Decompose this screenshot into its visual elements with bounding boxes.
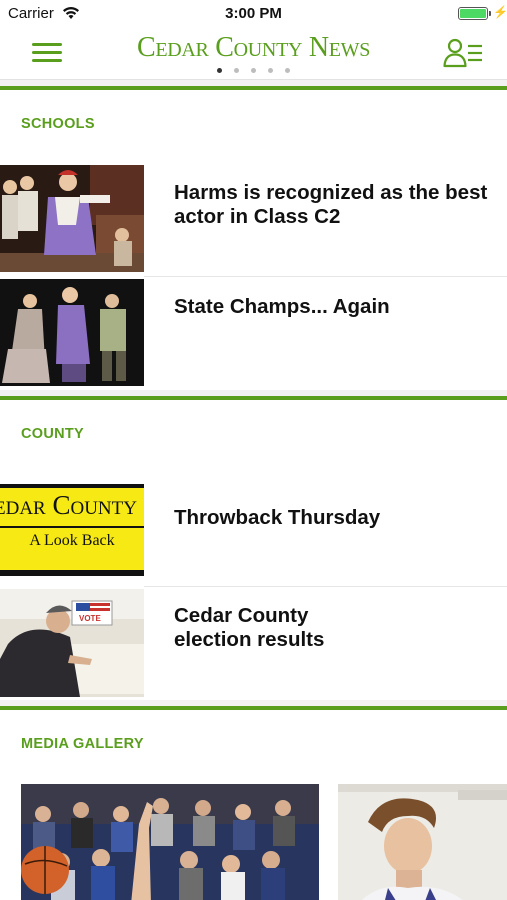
article-headline[interactable]: Cedar County election results xyxy=(174,604,374,652)
status-bar: Carrier 3:00 PM ⚡ xyxy=(0,0,507,28)
article-thumbnail xyxy=(0,279,144,386)
charging-icon: ⚡ xyxy=(493,5,507,19)
thumbnail-subtitle-text: A Look Back xyxy=(29,532,115,549)
account-button[interactable] xyxy=(443,38,483,68)
battery-icon xyxy=(458,7,491,20)
article-thumbnail: Cedar County News A Look Back xyxy=(0,484,144,576)
gallery-photo[interactable] xyxy=(338,784,507,900)
section-title[interactable]: SCHOOLS xyxy=(21,116,95,132)
section-county: COUNTY Cedar County News A Look Back Thr… xyxy=(0,396,507,700)
article-item[interactable]: Harms is recognized as the best actor in… xyxy=(0,165,507,272)
section-schools: SCHOOLS Harms is recognized as the best … xyxy=(0,86,507,390)
status-time: 3:00 PM xyxy=(225,5,282,22)
article-item[interactable]: VOTE Cedar County election results xyxy=(0,589,507,697)
user-list-icon xyxy=(443,38,482,68)
brand-title[interactable]: Cedar County News xyxy=(137,32,370,64)
page-dot[interactable] xyxy=(251,68,256,73)
article-item[interactable]: State Champs... Again xyxy=(0,279,507,386)
article-headline[interactable]: State Champs... Again xyxy=(174,295,494,319)
page-dot[interactable] xyxy=(268,68,273,73)
page-dot[interactable] xyxy=(234,68,239,73)
divider xyxy=(144,276,507,277)
gallery-photo[interactable] xyxy=(21,784,319,900)
thumbnail-masthead-text: Cedar County News xyxy=(0,490,144,520)
page-dot[interactable] xyxy=(217,68,222,73)
article-headline[interactable]: Harms is recognized as the best actor in… xyxy=(174,181,494,229)
divider xyxy=(144,586,507,587)
article-thumbnail: VOTE xyxy=(0,589,144,697)
section-title[interactable]: MEDIA GALLERY xyxy=(21,736,144,752)
page-dot[interactable] xyxy=(285,68,290,73)
article-headline[interactable]: Throwback Thursday xyxy=(174,506,494,530)
app-header: Cedar County News xyxy=(0,28,507,80)
vote-sign-text: VOTE xyxy=(79,614,101,623)
brand-title-container: Cedar County News xyxy=(0,32,507,64)
article-thumbnail xyxy=(0,165,144,272)
section-title[interactable]: COUNTY xyxy=(21,426,84,442)
page-indicator[interactable] xyxy=(0,68,507,73)
article-item[interactable]: Cedar County News A Look Back Throwback … xyxy=(0,474,507,584)
section-media-gallery: MEDIA GALLERY xyxy=(0,706,507,900)
